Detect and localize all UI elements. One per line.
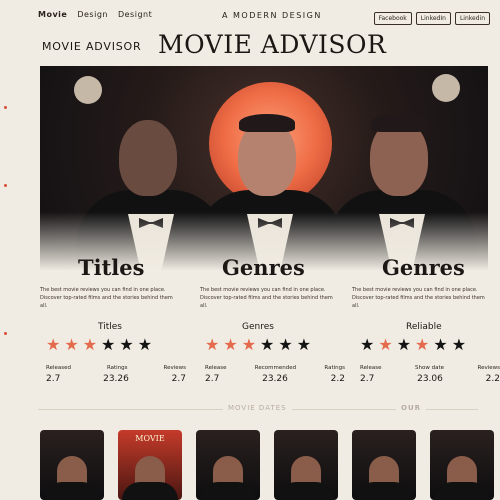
star-icon[interactable]: ★ bbox=[64, 337, 78, 353]
hero-banner bbox=[40, 66, 488, 276]
column-title-genres-2: Genres bbox=[382, 255, 465, 280]
stat-label: Show date bbox=[415, 365, 444, 371]
column-subtitle: Titles bbox=[98, 322, 122, 332]
stat-value: 2.7 bbox=[171, 374, 186, 384]
poster-row: MOVIE bbox=[40, 430, 494, 500]
stat-label: Ratings bbox=[324, 365, 345, 371]
star-icon[interactable]: ★ bbox=[223, 337, 237, 353]
column-title-genres: Genres bbox=[222, 255, 305, 280]
poster-suit bbox=[44, 482, 100, 500]
rating-stars-titles[interactable]: ★ ★ ★ ★ ★ ★ bbox=[46, 337, 152, 353]
social-linkedin[interactable]: LinkedIn bbox=[415, 12, 451, 25]
star-icon[interactable]: ★ bbox=[138, 337, 152, 353]
top-nav: Movie Design Designt bbox=[38, 10, 152, 19]
column-description: The best movie reviews you can find in o… bbox=[40, 287, 173, 309]
stat-value: 2.7 bbox=[205, 374, 220, 384]
column-subtitle: Genres bbox=[242, 322, 274, 332]
rating-stars-genres[interactable]: ★ ★ ★ ★ ★ ★ bbox=[205, 337, 311, 353]
star-icon[interactable]: ★ bbox=[119, 337, 133, 353]
star-icon[interactable]: ★ bbox=[278, 337, 292, 353]
movie-poster[interactable] bbox=[40, 430, 104, 500]
stat-values: 2.7 23.26 2.2 bbox=[205, 374, 345, 384]
stat-label: Release bbox=[205, 365, 227, 371]
nav-item-designt[interactable]: Designt bbox=[118, 10, 152, 19]
movie-poster[interactable] bbox=[352, 430, 416, 500]
stat-values: 2.7 23.26 2.7 bbox=[46, 374, 186, 384]
star-icon[interactable]: ★ bbox=[433, 337, 447, 353]
stat-value: 23.26 bbox=[103, 374, 129, 384]
star-icon[interactable]: ★ bbox=[205, 337, 219, 353]
section-label: MOVIE DATES bbox=[223, 404, 292, 412]
page-title: MOVIE ADVISOR bbox=[158, 30, 387, 59]
stat-label: Ratings bbox=[106, 365, 128, 371]
movie-poster[interactable] bbox=[274, 430, 338, 500]
star-icon[interactable]: ★ bbox=[297, 337, 311, 353]
hair-shape bbox=[239, 114, 295, 132]
nav-item-movie[interactable]: Movie bbox=[38, 10, 67, 19]
movie-poster[interactable] bbox=[196, 430, 260, 500]
star-icon[interactable]: ★ bbox=[242, 337, 256, 353]
side-dot bbox=[4, 184, 7, 187]
star-icon[interactable]: ★ bbox=[83, 337, 97, 353]
stat-labels: Released Ratings Reviews bbox=[46, 365, 186, 371]
stat-value: 2.2 bbox=[485, 374, 500, 384]
stat-label: Reviews bbox=[163, 365, 187, 371]
star-icon[interactable]: ★ bbox=[101, 337, 115, 353]
star-icon[interactable]: ★ bbox=[397, 337, 411, 353]
stat-label: Released bbox=[46, 365, 71, 371]
section-label-right: OUR bbox=[396, 404, 427, 412]
star-icon[interactable]: ★ bbox=[46, 337, 60, 353]
stat-label: Reviews bbox=[477, 365, 500, 371]
star-icon[interactable]: ★ bbox=[260, 337, 274, 353]
rating-stars-reliable[interactable]: ★ ★ ★ ★ ★ ★ bbox=[360, 337, 466, 353]
side-dot bbox=[4, 332, 7, 335]
column-description: The best movie reviews you can find in o… bbox=[200, 287, 333, 309]
poster-suit bbox=[122, 482, 178, 500]
stat-values: 2.7 23.06 2.2 bbox=[360, 374, 500, 384]
stat-value: 2.7 bbox=[46, 374, 61, 384]
nav-item-design[interactable]: Design bbox=[77, 10, 108, 19]
stat-label: Release bbox=[360, 365, 382, 371]
movie-poster[interactable]: MOVIE bbox=[118, 430, 182, 500]
social-facebook[interactable]: Facebook bbox=[373, 12, 412, 25]
social-linkedin-alt[interactable]: Linkedin bbox=[454, 12, 490, 25]
side-dot bbox=[4, 106, 7, 109]
brand-logo[interactable]: MOVIE ADVISOR bbox=[42, 40, 141, 53]
tagline: A MODERN DESIGN bbox=[222, 11, 322, 20]
poster-suit bbox=[200, 482, 256, 500]
poster-title: MOVIE bbox=[135, 434, 165, 443]
stat-labels: Release Show date Reviews bbox=[360, 365, 500, 371]
star-icon[interactable]: ★ bbox=[452, 337, 466, 353]
star-icon[interactable]: ★ bbox=[360, 337, 374, 353]
stat-value: 2.7 bbox=[360, 374, 375, 384]
stat-label: Recommended bbox=[254, 365, 297, 371]
column-subtitle: Reliable bbox=[406, 322, 442, 332]
stat-value: 23.06 bbox=[417, 374, 443, 384]
stat-value: 23.26 bbox=[262, 374, 288, 384]
poster-suit bbox=[434, 482, 490, 500]
star-icon[interactable]: ★ bbox=[378, 337, 392, 353]
stat-labels: Release Recommended Ratings bbox=[205, 365, 345, 371]
head-shape bbox=[119, 120, 177, 196]
star-icon[interactable]: ★ bbox=[415, 337, 429, 353]
poster-suit bbox=[356, 482, 412, 500]
social-links: Facebook LinkedIn Linkedin bbox=[373, 12, 490, 25]
column-title-titles: Titles bbox=[78, 255, 145, 280]
hair-shape bbox=[371, 114, 427, 132]
stat-value: 2.2 bbox=[330, 374, 345, 384]
column-description: The best movie reviews you can find in o… bbox=[352, 287, 485, 309]
movie-poster[interactable] bbox=[430, 430, 494, 500]
poster-suit bbox=[278, 482, 334, 500]
